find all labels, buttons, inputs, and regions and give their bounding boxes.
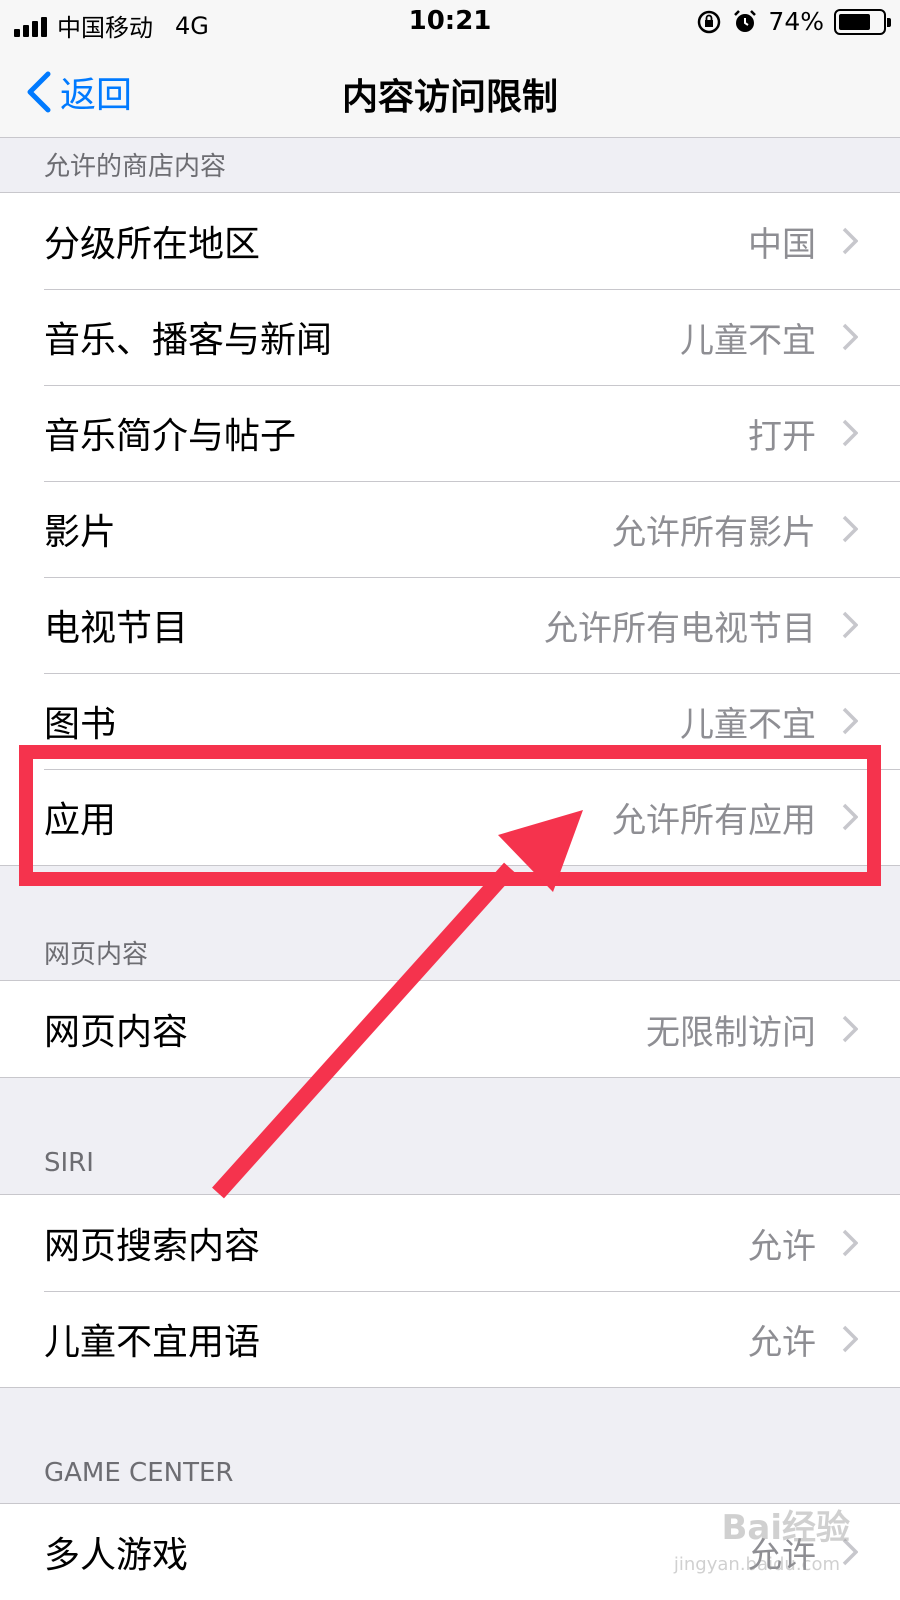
status-bar: 中国移动 4G 10:21 74% — [0, 0, 900, 44]
group-siri: 网页搜索内容 允许 儿童不宜用语 允许 — [0, 1194, 900, 1388]
row-label: 图书 — [44, 704, 117, 745]
chevron-right-icon — [842, 707, 858, 735]
row-apps[interactable]: 应用 允许所有应用 — [0, 769, 900, 865]
row-music-profiles-posts[interactable]: 音乐简介与帖子 打开 — [0, 385, 900, 481]
row-label: 应用 — [44, 800, 117, 841]
orientation-lock-icon — [698, 10, 721, 33]
carrier-name: 中国移动 — [57, 14, 153, 42]
row-label: 网页内容 — [44, 1012, 189, 1053]
row-music-podcasts-news[interactable]: 音乐、播客与新闻 儿童不宜 — [0, 289, 900, 385]
row-rating-region[interactable]: 分级所在地区 中国 — [0, 193, 900, 289]
chevron-right-icon — [842, 227, 858, 255]
row-movies[interactable]: 影片 允许所有影片 — [0, 481, 900, 577]
chevron-right-icon — [842, 803, 858, 831]
row-value: 允许 — [748, 1322, 816, 1363]
row-label: 电视节目 — [44, 608, 189, 649]
page-title: 内容访问限制 — [341, 77, 558, 118]
battery-percent: 74% — [768, 7, 824, 36]
chevron-right-icon — [842, 611, 858, 639]
status-right: 74% — [696, 7, 891, 36]
battery-icon — [834, 8, 891, 35]
row-label: 影片 — [44, 512, 117, 553]
group-web: 网页内容 无限制访问 — [0, 980, 900, 1078]
status-left: 中国移动 4G — [14, 8, 209, 43]
row-value: 允许所有应用 — [612, 800, 816, 841]
section-header-store: 允许的商店内容 — [44, 152, 227, 182]
group-store: 分级所在地区 中国 音乐、播客与新闻 儿童不宜 音乐简介与帖子 打开 影片 允许… — [0, 192, 900, 866]
row-value: 允许 — [748, 1226, 816, 1267]
chevron-right-icon — [842, 515, 858, 543]
back-button[interactable]: 返回 — [26, 66, 132, 118]
navigation-bar: 返回 内容访问限制 — [0, 44, 900, 138]
row-tv-shows[interactable]: 电视节目 允许所有电视节目 — [0, 577, 900, 673]
chevron-right-icon — [842, 323, 858, 351]
row-explicit-language[interactable]: 儿童不宜用语 允许 — [0, 1291, 900, 1387]
chevron-left-icon — [27, 71, 51, 113]
row-label: 音乐、播客与新闻 — [44, 320, 333, 361]
row-value: 打开 — [748, 416, 816, 457]
chevron-right-icon — [842, 1229, 858, 1257]
row-value: 允许所有影片 — [612, 512, 816, 553]
network-type: 4G — [175, 11, 209, 40]
row-label: 儿童不宜用语 — [44, 1322, 261, 1363]
row-label: 音乐简介与帖子 — [44, 416, 297, 457]
back-button-label: 返回 — [60, 75, 133, 116]
section-header-web: 网页内容 — [44, 940, 149, 970]
watermark-domain: jingyan.baidu.com — [673, 1554, 840, 1575]
row-web-content[interactable]: 网页内容 无限制访问 — [0, 981, 900, 1077]
row-label: 多人游戏 — [44, 1535, 189, 1576]
section-header-siri: SIRI — [44, 1148, 94, 1178]
row-value: 中国 — [748, 224, 816, 265]
row-value: 儿童不宜 — [680, 320, 816, 361]
chevron-right-icon — [842, 1325, 858, 1353]
alarm-icon — [734, 9, 757, 32]
row-value: 允许所有电视节目 — [544, 608, 816, 649]
section-header-game-center: GAME CENTER — [44, 1458, 234, 1488]
signal-icon — [14, 15, 47, 37]
row-value: 无限制访问 — [646, 1012, 816, 1053]
row-web-search-content[interactable]: 网页搜索内容 允许 — [0, 1195, 900, 1291]
row-value: 儿童不宜 — [680, 704, 816, 745]
row-label: 网页搜索内容 — [44, 1226, 261, 1267]
row-books[interactable]: 图书 儿童不宜 — [0, 673, 900, 769]
chevron-right-icon — [842, 419, 858, 447]
watermark-logo: Bai经验 — [721, 1508, 850, 1548]
battery-fill — [839, 13, 871, 30]
chevron-right-icon — [842, 1015, 858, 1043]
row-label: 分级所在地区 — [44, 224, 261, 265]
